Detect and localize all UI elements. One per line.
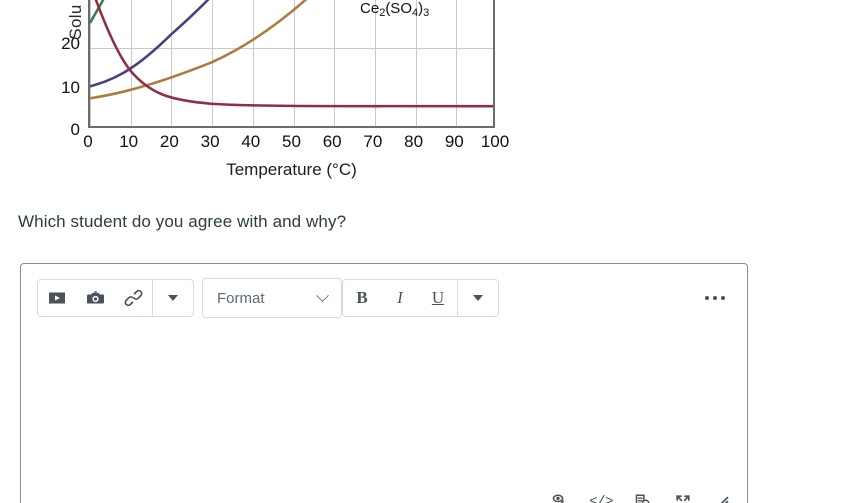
x-tick-60: 60 [322, 132, 342, 151]
bold-label: B [356, 288, 368, 307]
chart-x-ticks: 0 10 20 30 40 50 60 70 80 90 100 [83, 132, 509, 156]
x-tick-40: 40 [241, 132, 261, 151]
rich-content-editor: Format B I U </> [20, 263, 748, 503]
ce-mid: (SO [385, 0, 412, 17]
underline-button[interactable]: U [419, 280, 457, 316]
ellipsis-dot [721, 296, 725, 300]
x-tick-90: 90 [444, 132, 464, 151]
text-style-group: B I U [342, 279, 499, 317]
italic-button[interactable]: I [381, 280, 419, 316]
html-editor-label: </> [589, 494, 613, 503]
question-page: Solu 20 10 0 Ce2(SO4)3 0 10 20 30 40 50 … [0, 0, 847, 503]
chart-curves [90, 0, 493, 108]
underline-label: U [431, 288, 445, 307]
chart-plot-area [88, 0, 495, 128]
insert-more-dropdown[interactable] [153, 280, 193, 316]
x-tick-20: 20 [159, 132, 179, 151]
x-tick-80: 80 [404, 132, 424, 151]
x-tick-30: 30 [200, 132, 220, 151]
link-icon[interactable] [114, 280, 152, 316]
chart-x-axis-title: Temperature (°C) [226, 160, 357, 179]
overflow-menu-button[interactable] [699, 288, 731, 308]
bold-button[interactable]: B [343, 280, 381, 316]
editor-status-bar: </> [21, 480, 747, 503]
insert-group [37, 279, 194, 317]
question-prompt: Which student do you agree with and why? [18, 212, 347, 231]
editor-text-area[interactable] [21, 332, 747, 480]
format-dropdown[interactable]: Format [202, 278, 342, 318]
solubility-chart: Solu 20 10 0 Ce2(SO4)3 0 10 20 30 40 50 … [0, 0, 540, 188]
ellipsis-dot [705, 296, 709, 300]
editor-toolbar: Format B I U [21, 264, 747, 332]
ce-sub-4: 4 [411, 7, 419, 19]
x-tick-70: 70 [363, 132, 383, 151]
camera-icon[interactable] [76, 280, 114, 316]
word-count-icon[interactable] [633, 492, 653, 503]
y-tick-10: 10 [61, 78, 80, 97]
y-tick-0: 0 [70, 120, 80, 139]
curve-label-ce2so43: Ce2(SO4)3 [360, 0, 430, 19]
html-editor-icon[interactable]: </> [589, 494, 613, 503]
ce-prefix: Ce [360, 0, 380, 17]
curve-green [90, 0, 105, 24]
ce-sub-2: 2 [379, 7, 386, 19]
y-tick-20: 20 [61, 34, 80, 53]
x-tick-50: 50 [282, 132, 301, 151]
x-tick-100: 100 [480, 132, 510, 151]
fullscreen-icon[interactable] [673, 492, 693, 503]
x-tick-10: 10 [119, 132, 139, 151]
curve-brown-kcl [90, 0, 308, 100]
x-tick-0: 0 [83, 132, 93, 151]
media-icon[interactable] [38, 280, 76, 316]
chevron-down-icon [316, 288, 329, 302]
chevron-down-icon [473, 295, 483, 301]
ce-sub-3: 3 [423, 7, 430, 19]
text-more-dropdown[interactable] [458, 280, 498, 316]
accessibility-checker-icon[interactable] [549, 492, 569, 503]
format-label: Format [217, 289, 265, 307]
resize-handle-icon[interactable] [713, 492, 733, 503]
chevron-down-icon [168, 295, 178, 301]
ellipsis-dot [713, 296, 717, 300]
italic-label: I [397, 288, 403, 307]
